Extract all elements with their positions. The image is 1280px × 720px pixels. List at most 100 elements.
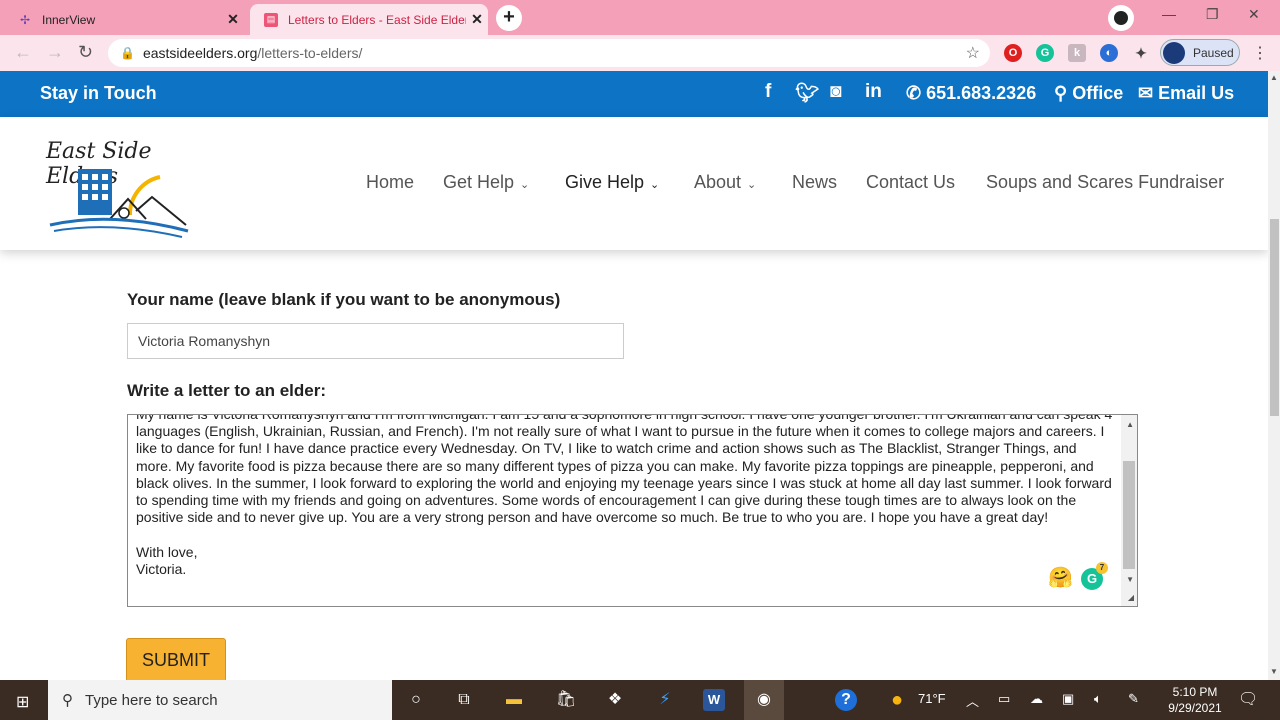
clock-date: 9/29/2021 [1168,701,1222,715]
emoji-icon[interactable]: 🤗 [1048,565,1073,590]
textarea-scrollbar-thumb[interactable] [1123,461,1135,569]
url-path: /letters-to-elders/ [257,45,363,61]
submit-button[interactable]: SUBMIT [126,638,226,682]
nav-label: Give Help [565,172,645,192]
url-host: eastsideelders.org [142,45,258,61]
chrome-menu-icon[interactable]: ⋮ [1252,43,1268,63]
envelope-icon: ✉ [1138,83,1154,103]
page-scrollbar[interactable]: ▲ ▼ [1268,71,1280,680]
restore-window-button[interactable]: ❐ [1206,6,1219,23]
browser-tab-letters[interactable]: ▤ Letters to Elders - East Side Elder ✕ [250,4,488,35]
nav-about[interactable]: About ⌄ [694,172,756,193]
linkedin-icon[interactable]: in [865,81,882,103]
nav-get-help[interactable]: Get Help ⌄ [443,172,529,193]
browser-tab-innerview[interactable]: ✢ InnerView ✕ [4,4,244,35]
email-label: Email Us [1158,83,1235,103]
forward-arrow-icon[interactable]: → [46,42,64,63]
nav-contact-us[interactable]: Contact Us [866,172,955,193]
close-tab-icon[interactable]: ✕ [466,11,488,28]
minimize-window-button[interactable]: — [1162,6,1176,22]
notifications-icon[interactable]: 🗨︎ [1238,689,1258,709]
close-window-button[interactable]: ✕ [1248,6,1260,23]
battery-icon[interactable]: ▭ [998,691,1010,707]
grammarly-count-badge: 7 [1096,562,1108,574]
taskbar-clock[interactable]: 5:10 PM 9/29/2021 [1160,684,1230,716]
vscode-icon[interactable]: ⚡︎ [654,689,676,711]
tray-chevron-up-icon[interactable]: ︿ [966,691,979,710]
back-arrow-icon[interactable]: ← [14,42,32,63]
new-tab-button[interactable]: + [496,5,522,31]
clock-time: 5:10 PM [1172,685,1218,699]
logo-graphic [49,169,189,238]
lock-icon: 🔒 [120,46,135,60]
file-explorer-icon[interactable]: ▬ [503,689,525,711]
phone-icon: ✆ [906,83,922,103]
textarea-scrollbar[interactable]: ▲ ▼ ◢ [1121,415,1137,606]
avatar [1163,41,1185,64]
grammarly-extension-icon[interactable]: G [1036,44,1054,62]
facebook-icon[interactable]: f [765,81,771,103]
scroll-up-icon[interactable]: ▲ [1126,420,1134,429]
close-tab-icon[interactable]: ✕ [222,11,244,28]
scroll-up-icon[interactable]: ▲ [1270,73,1278,82]
nav-news[interactable]: News [792,172,837,193]
opera-extension-icon[interactable]: O [1004,44,1022,62]
nav-give-help[interactable]: Give Help ⌄ [565,172,659,193]
nav-soups-and-scares[interactable]: Soups and Scares Fundraiser [986,172,1224,193]
twitter-icon[interactable]: 🐦︎ [795,81,819,105]
profile-button[interactable]: Paused [1160,39,1240,66]
phone-link[interactable]: ✆ 651.683.2326 [906,83,1036,104]
tab-title: InnerView [42,12,96,27]
scroll-down-icon[interactable]: ▼ [1126,575,1134,584]
letter-field-label: Write a letter to an elder: [127,381,327,400]
word-icon[interactable]: W [703,689,725,711]
extension-icon[interactable]: k [1068,44,1086,62]
innerview-favicon-icon: ✢ [19,12,31,27]
search-icon: ⚲ [62,692,73,709]
name-input[interactable] [127,323,624,359]
network-icon[interactable]: ▣ [1062,691,1074,707]
taskbar-search-box[interactable]: ⚲ Type here to search [48,680,392,720]
tab-title: Letters to Elders - East Side Elder [288,12,466,27]
windows-start-icon[interactable]: ⊞ [16,692,29,712]
help-icon[interactable]: ? [835,689,857,711]
taskbar-search-placeholder: Type here to search [85,691,218,709]
letter-text: My name is Victoria Romanyshyn and I'm f… [136,414,1113,577]
store-icon[interactable]: 🛍︎ [555,689,577,711]
resize-handle-icon[interactable]: ◢ [1128,593,1134,602]
letter-textarea[interactable]: My name is Victoria Romanyshyn and I'm f… [127,414,1138,607]
chevron-down-icon: ⌄ [520,179,530,191]
office-link[interactable]: ⚲ Office [1054,83,1123,104]
weather-temp[interactable]: 71°F [918,691,946,706]
profile-status: Paused [1193,45,1234,60]
volume-muted-icon[interactable]: 🔈︎ [1094,691,1102,707]
instagram-icon[interactable]: ◙ [830,81,841,103]
onedrive-icon[interactable]: ☁ [1030,691,1043,707]
extension-icon[interactable]: ◐ [1100,44,1118,62]
office-label: Office [1072,83,1124,103]
bookmark-star-icon[interactable]: ☆ [966,43,980,63]
nav-label: Get Help [443,172,515,192]
site-logo[interactable]: East Side Elders [32,127,212,239]
name-field-label: Your name (leave blank if you want to be… [127,290,561,309]
page-scrollbar-thumb[interactable] [1270,219,1279,416]
reload-icon[interactable]: ↻ [78,42,93,63]
scroll-down-icon[interactable]: ▼ [1270,667,1278,676]
tab-search-button[interactable] [1108,5,1134,31]
weather-sun-icon[interactable]: ● [886,689,908,711]
site-top-bar: Stay in Touch f 🐦︎ ◙ in ✆ 651.683.2326 ⚲… [0,71,1268,117]
chrome-taskbar-icon[interactable]: ◉ [744,680,784,720]
site-favicon-icon: ▤ [264,12,278,27]
nav-home[interactable]: Home [366,172,414,193]
browser-toolbar: ← → ↻ 🔒 eastsideelders.org /letters-to-e… [0,35,1280,71]
site-header: East Side Elders Home Get Help ⌄ Give Hel… [0,117,1268,250]
nav-label: About [694,172,742,192]
email-link[interactable]: ✉ Email Us [1138,83,1234,104]
cortana-icon[interactable]: ○ [405,689,427,711]
puzzle-extensions-icon[interactable]: ✦ [1132,44,1150,62]
chevron-down-icon: ⌄ [650,179,660,191]
address-bar[interactable]: 🔒 eastsideelders.org /letters-to-elders/… [108,39,990,67]
task-view-icon[interactable]: ⧉ [453,689,475,711]
pen-icon[interactable]: ✎ [1128,691,1139,707]
dropbox-icon[interactable]: ❖ [604,689,626,711]
